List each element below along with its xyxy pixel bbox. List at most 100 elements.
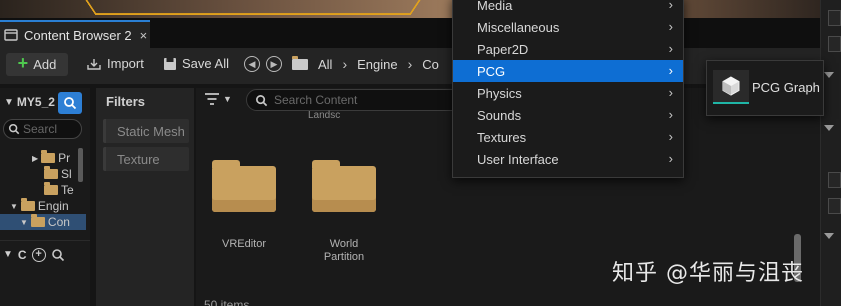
folder-icon — [212, 160, 276, 212]
save-all-button[interactable]: Save All — [163, 56, 229, 71]
import-icon — [87, 58, 101, 70]
chevron-down-icon: ▼ — [223, 94, 232, 104]
search-icon — [8, 123, 20, 135]
menu-item-physics[interactable]: Physics › — [453, 82, 683, 104]
close-icon[interactable]: × — [140, 28, 148, 43]
sources-scrollbar[interactable] — [78, 148, 83, 182]
chevron-right-icon: › — [668, 63, 673, 78]
tab-title: Content Browser 2 — [24, 27, 132, 43]
property-field[interactable] — [828, 198, 841, 214]
filter-menu-button[interactable]: ▼ — [204, 92, 232, 106]
tree-item[interactable]: Sl — [0, 166, 86, 182]
breadcrumb-all[interactable]: All — [318, 57, 332, 72]
chevron-right-icon: ▶ — [32, 153, 39, 163]
menu-item-label: PCG — [477, 63, 506, 79]
folder-icon — [41, 150, 56, 163]
folder-icon — [30, 214, 45, 227]
property-field[interactable] — [828, 36, 841, 52]
chevron-down-icon[interactable] — [824, 125, 834, 131]
tree-item-engine[interactable]: ▼ Engin — [0, 198, 86, 214]
chevron-right-icon: › — [668, 0, 673, 12]
folder-icon — [312, 160, 376, 212]
search-icon — [256, 94, 268, 106]
search-toggle-button[interactable] — [58, 92, 82, 114]
history-nav: ◀ ▶ — [244, 56, 282, 72]
forward-icon[interactable]: ▶ — [266, 56, 282, 72]
add-collection-icon[interactable]: + — [31, 247, 46, 262]
folder-icon — [20, 198, 35, 211]
property-field[interactable] — [828, 10, 841, 26]
asset-folder-vreditor[interactable]: VREditor — [208, 160, 280, 251]
collections-header[interactable]: ▼ C + — [0, 240, 90, 268]
filter-chip-static-mesh[interactable]: Static Mesh — [103, 119, 189, 143]
asset-folder-world-partition[interactable]: World Partition — [308, 160, 380, 264]
add-button[interactable]: + Add — [6, 53, 68, 76]
collections-title: C — [17, 247, 27, 262]
folder-icon — [44, 182, 58, 195]
menu-item-label: User Interface — [477, 151, 559, 167]
chevron-right-icon: › — [668, 19, 673, 34]
tab-content-browser-2[interactable]: Content Browser 2 × — [0, 20, 150, 48]
project-title: MY5_2 — [16, 95, 55, 109]
chevron-down-icon: ▼ — [4, 96, 14, 108]
menu-item-sounds[interactable]: Sounds › — [453, 104, 683, 126]
menu-item-paper2d[interactable]: Paper2D › — [453, 38, 683, 60]
pcg-graph-icon — [713, 70, 749, 104]
chevron-right-icon: › — [668, 151, 673, 166]
search-icon — [64, 97, 77, 110]
back-icon[interactable]: ◀ — [244, 56, 260, 72]
breadcrumb-engine[interactable]: Engine — [357, 57, 397, 72]
save-all-label: Save All — [182, 56, 229, 71]
chevron-right-icon: › — [668, 129, 673, 144]
chevron-down-icon: ▼ — [10, 201, 18, 211]
chevron-right-icon: › — [342, 56, 348, 72]
menu-item-user-interface[interactable]: User Interface › — [453, 148, 683, 170]
plus-icon: + — [17, 53, 29, 73]
filter-chip-texture[interactable]: Texture — [103, 147, 189, 171]
asset-label-partial: Landsc — [308, 110, 341, 121]
tree-item[interactable]: ▶ Pr — [0, 150, 86, 166]
tree-item-label: Pr — [58, 151, 71, 165]
menu-item-miscellaneous[interactable]: Miscellaneous › — [453, 16, 683, 38]
filter-icon — [205, 93, 219, 105]
chevron-down-icon[interactable] — [824, 233, 834, 239]
import-button[interactable]: Import — [86, 56, 144, 71]
sources-search-input[interactable]: Searcl — [3, 119, 82, 139]
menu-item-textures[interactable]: Textures › — [453, 126, 683, 148]
item-count: 50 items — [204, 298, 250, 306]
menu-item-label: Sounds — [477, 107, 522, 123]
menu-item-media[interactable]: Media › — [453, 0, 683, 16]
menu-item-label: Paper2D — [477, 41, 529, 57]
menu-item-label: Physics — [477, 85, 522, 101]
breadcrumb-content[interactable]: Co — [422, 57, 439, 72]
tree-item-label: Sl — [61, 167, 72, 181]
sources-search-placeholder: Searcl — [23, 122, 58, 136]
chevron-down-icon[interactable] — [824, 72, 834, 78]
property-field[interactable] — [828, 172, 841, 188]
import-label: Import — [107, 56, 144, 71]
menu-item-pcg[interactable]: PCG › — [453, 60, 683, 82]
pcg-graph-cube-icon — [722, 76, 740, 96]
search-icon[interactable] — [51, 248, 65, 262]
folder-icon — [44, 166, 58, 179]
chevron-right-icon: › — [668, 41, 673, 56]
submenu-item-pcg-graph[interactable]: PCG Graph — [752, 80, 820, 95]
menu-item-label: Miscellaneous — [477, 19, 560, 35]
breadcrumb: All › Engine › Co — [292, 55, 439, 72]
viewport-selection-frame — [79, 0, 427, 15]
filters-title: Filters — [106, 94, 146, 109]
asset-label: VREditor — [221, 238, 267, 250]
asset-label: World Partition — [323, 238, 365, 263]
menu-item-label: Textures — [477, 129, 527, 145]
tree-item-label: Engin — [37, 199, 69, 213]
tree-item-content[interactable]: ▼ Con — [0, 214, 86, 230]
tree-item-label: Con — [47, 215, 70, 229]
chevron-right-icon: › — [407, 56, 413, 72]
tree-item[interactable]: Te — [0, 182, 86, 198]
content-browser-icon — [4, 29, 18, 41]
folder-icon — [292, 55, 308, 70]
chevron-right-icon: › — [668, 107, 673, 122]
save-icon — [164, 57, 176, 70]
chevron-down-icon: ▼ — [3, 249, 13, 260]
watermark: 知乎 @华丽与沮丧 — [612, 261, 804, 286]
